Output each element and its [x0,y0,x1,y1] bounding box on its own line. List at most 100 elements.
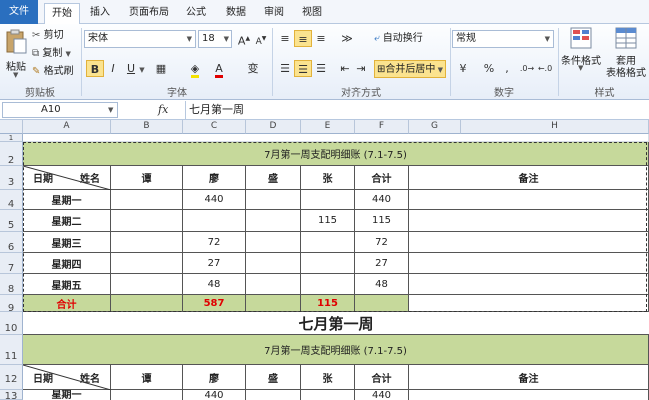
table1-day[interactable]: 星期三 [23,232,111,253]
table1-total[interactable]: 48 [355,274,409,295]
table2-total[interactable]: 440 [355,390,409,400]
bold-button[interactable]: B [86,60,104,77]
table1-value[interactable]: 440 [183,190,246,210]
align-bottom-icon[interactable]: ≡ [312,30,330,47]
column-header-f[interactable]: F [355,120,409,134]
fx-icon[interactable]: fx [158,103,168,116]
row-header-8[interactable]: 8 [0,274,23,295]
italic-button[interactable]: I [104,60,122,77]
table1-note[interactable] [409,190,649,210]
spreadsheet-grid[interactable]: A B C D E F G H 1 2 3 4 5 6 7 8 9 10 11 … [0,120,649,400]
underline-dropdown-icon[interactable]: ▼ [138,60,146,77]
merge-center-button[interactable]: ⊞合并后居中 ▼ [374,60,446,78]
table1-value[interactable] [246,210,301,232]
fill-color-icon[interactable]: ◈ [186,60,204,78]
table2-header-total[interactable]: 合计 [355,365,409,390]
table1-sum-value[interactable]: 587 [183,295,246,312]
table1-header-note[interactable]: 备注 [409,166,649,190]
tab-insert[interactable]: 插入 [84,3,116,24]
table1-value[interactable]: 72 [183,232,246,253]
font-color-icon[interactable]: A [210,60,228,78]
table1-total[interactable]: 27 [355,253,409,274]
table1-note[interactable] [409,232,649,253]
table1-note[interactable] [409,210,649,232]
number-format-select[interactable]: 常规 ▼ [452,30,554,48]
table1-day[interactable]: 星期二 [23,210,111,232]
table2-title[interactable]: 7月第一周支配明细账 (7.1-7.5) [23,335,649,365]
table1-title[interactable]: 7月第一周支配明细账 (7.1-7.5) [23,142,649,166]
tab-home[interactable]: 开始 [44,3,80,24]
table1-value[interactable] [301,253,355,274]
font-size-select[interactable]: 18 ▼ [198,30,232,48]
table2-header-person[interactable]: 盛 [246,365,301,390]
table1-value[interactable] [111,274,183,295]
row-header-5[interactable]: 5 [0,210,23,232]
cell-row-1[interactable] [23,134,649,142]
currency-icon[interactable]: ¥ [454,60,472,77]
table1-value[interactable]: 27 [183,253,246,274]
table1-value[interactable]: 48 [183,274,246,295]
increase-decimal-icon[interactable]: .0→ [518,60,536,77]
column-header-a[interactable]: A [23,120,111,134]
table1-value[interactable] [246,253,301,274]
column-header-d[interactable]: D [246,120,301,134]
align-right-icon[interactable]: ☰ [312,60,330,77]
tab-view[interactable]: 视图 [296,3,328,24]
table1-header-person[interactable]: 廖 [183,166,246,190]
table1-value[interactable] [111,232,183,253]
tab-review[interactable]: 审阅 [258,3,290,24]
table2-value[interactable] [111,390,183,400]
row-header-11[interactable]: 11 [0,335,23,365]
table1-value[interactable] [301,232,355,253]
cut-button[interactable]: ✂ 剪切 [32,27,76,45]
decrease-decimal-icon[interactable]: ←.0 [536,60,554,77]
row-header-13[interactable]: 13 [0,390,23,400]
select-all-corner[interactable] [0,120,23,134]
paste-button[interactable]: 粘贴 ▼ [3,27,29,79]
copy-button[interactable]: ⧉ 复制 ▼ [32,45,80,63]
grow-font-icon[interactable]: A▲ [235,30,253,48]
tab-file[interactable]: 文件 [0,0,38,24]
row-header-9[interactable]: 9 [0,295,23,314]
table1-sum-value[interactable]: 115 [301,295,355,312]
table2-header-note[interactable]: 备注 [409,365,649,390]
table2-note[interactable] [409,390,649,400]
column-header-h[interactable]: H [461,120,649,134]
table2-value[interactable]: 440 [183,390,246,400]
row-header-12[interactable]: 12 [0,365,23,390]
table2-value[interactable] [246,390,301,400]
conditional-format-button[interactable]: 条件格式 ▼ [560,27,602,82]
column-header-b[interactable]: B [111,120,183,134]
table1-value[interactable] [301,190,355,210]
table1-sum-total[interactable] [355,295,409,312]
increase-indent-icon[interactable]: ⇥ [352,60,370,77]
table1-value[interactable] [111,210,183,232]
column-header-g[interactable]: G [409,120,461,134]
table2-header-date-name[interactable]: 日期 姓名 [23,365,111,390]
borders-icon[interactable]: ▦ [152,60,170,77]
table1-value[interactable]: 115 [301,210,355,232]
table1-header-person[interactable]: 谭 [111,166,183,190]
phonetic-icon[interactable]: 变 [244,60,262,77]
orientation-icon[interactable]: ≫ [338,30,356,47]
wrap-text-button[interactable]: ⤶ 自动换行 [374,30,436,48]
font-name-select[interactable]: 宋体 ▼ [84,30,196,48]
tab-data[interactable]: 数据 [220,3,252,24]
chevron-down-icon[interactable]: ▼ [108,106,113,114]
table2-value[interactable] [301,390,355,400]
table1-sum-note[interactable] [409,295,649,312]
tab-formulas[interactable]: 公式 [180,3,212,24]
table1-sum-value[interactable] [246,295,301,312]
table2-header-person[interactable]: 谭 [111,365,183,390]
table1-value[interactable] [301,274,355,295]
table1-value[interactable] [246,274,301,295]
table1-value[interactable] [111,253,183,274]
tab-page-layout[interactable]: 页面布局 [124,3,174,24]
table1-note[interactable] [409,253,649,274]
table1-note[interactable] [409,274,649,295]
row-header-2[interactable]: 2 [0,142,23,166]
format-painter-button[interactable]: ✎ 格式刷 [32,63,78,81]
table1-header-person[interactable]: 盛 [246,166,301,190]
table1-value[interactable] [246,190,301,210]
table2-header-person[interactable]: 张 [301,365,355,390]
